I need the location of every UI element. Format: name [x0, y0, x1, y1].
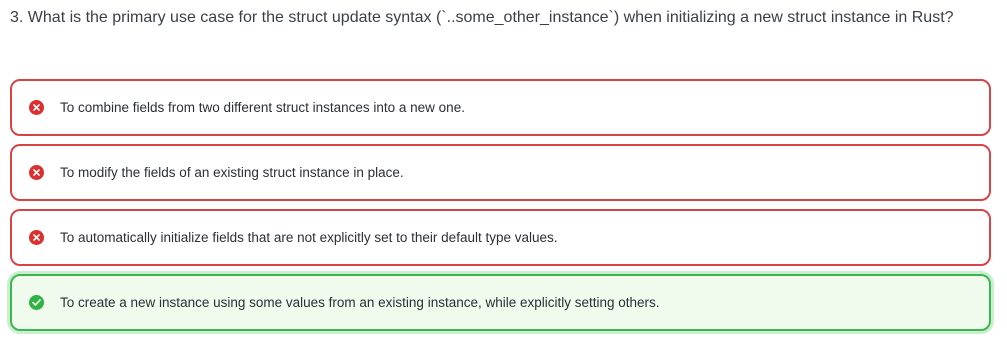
answer-option-label: To combine fields from two different str… — [60, 100, 465, 115]
answer-option-2[interactable]: To modify the fields of an existing stru… — [10, 144, 991, 201]
x-circle-icon — [29, 100, 44, 115]
x-circle-icon — [29, 165, 44, 180]
answer-option-label: To automatically initialize fields that … — [60, 230, 558, 245]
answer-option-4[interactable]: To create a new instance using some valu… — [10, 274, 991, 331]
answer-option-3[interactable]: To automatically initialize fields that … — [10, 209, 991, 266]
check-circle-icon — [29, 295, 44, 310]
answer-option-label: To modify the fields of an existing stru… — [60, 165, 404, 180]
question-text: 3. What is the primary use case for the … — [10, 9, 954, 26]
answer-options: To combine fields from two different str… — [10, 79, 991, 339]
x-circle-icon — [29, 230, 44, 245]
answer-option-label: To create a new instance using some valu… — [60, 295, 660, 310]
answer-option-1[interactable]: To combine fields from two different str… — [10, 79, 991, 136]
